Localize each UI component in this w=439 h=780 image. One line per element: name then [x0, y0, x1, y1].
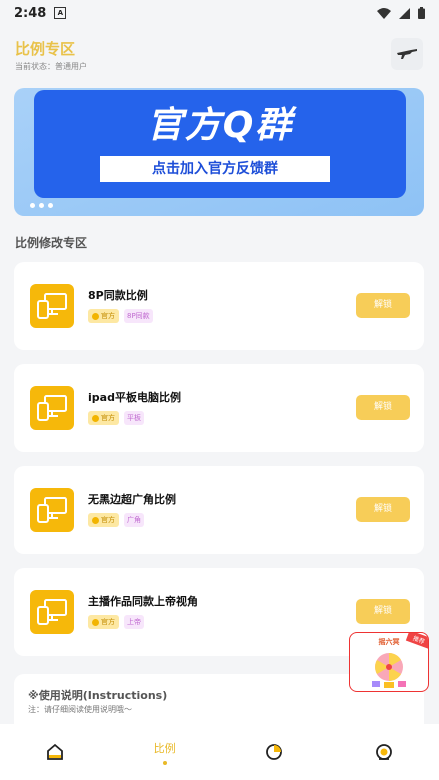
status-left: 2:48 A	[14, 5, 67, 21]
official-tag: 官方	[88, 615, 119, 629]
devices-icon	[30, 590, 74, 634]
ratio-card[interactable]: 8P同款比例 官方 8P同款 解锁	[14, 262, 424, 350]
official-tag-label: 官方	[101, 312, 115, 320]
carousel-indicator	[30, 203, 53, 208]
devices-icon	[30, 488, 74, 532]
card-title: ipad平板电脑比例	[88, 391, 181, 404]
carousel-dot	[30, 203, 35, 208]
official-tag: 官方	[88, 513, 119, 527]
category-tag: 平板	[124, 411, 144, 425]
official-tag-label: 官方	[101, 516, 115, 524]
battery-icon	[418, 7, 425, 19]
card-tags: 官方 8P同款	[88, 309, 153, 323]
unlock-button[interactable]: 解锁	[356, 293, 410, 318]
coin-icon	[92, 618, 99, 626]
banner-carousel[interactable]: 官方Q群 点击加入官方反馈群	[14, 88, 424, 216]
instructions-title: ※使用说明(Instructions)	[28, 689, 168, 702]
ratio-card[interactable]: 无黑边超广角比例 官方 广角 解锁	[14, 466, 424, 554]
header-action-button[interactable]	[391, 38, 423, 70]
gun-icon	[397, 49, 417, 59]
official-tag-label: 官方	[101, 414, 115, 422]
wifi-icon	[377, 7, 391, 19]
section-title: 比例修改专区	[15, 236, 88, 250]
category-tag: 上帝	[124, 615, 144, 629]
tab-profile[interactable]	[329, 724, 439, 780]
status-right	[377, 7, 425, 19]
user-status: 当前状态：普通用户	[15, 62, 87, 71]
floating-ad[interactable]: 摇六冥 推荐	[349, 632, 429, 692]
category-tag: 广角	[124, 513, 144, 527]
coin-icon	[92, 312, 99, 320]
tab-home[interactable]	[0, 724, 110, 780]
devices-icon	[30, 386, 74, 430]
card-tags: 官方 平板	[88, 411, 144, 425]
carousel-dot	[39, 203, 44, 208]
card-tags: 官方 上帝	[88, 615, 144, 629]
instructions-note: 注：请仔细阅读使用说明哦～	[28, 705, 132, 714]
official-tag-label: 官方	[101, 618, 115, 626]
status-time: 2:48	[14, 5, 47, 21]
ratio-card[interactable]: ipad平板电脑比例 官方 平板 解锁	[14, 364, 424, 452]
card-title: 8P同款比例	[88, 289, 148, 302]
page-title: 比例专区	[15, 40, 76, 58]
tab-ratio[interactable]: 比例	[110, 724, 220, 780]
page-header: 比例专区 当前状态：普通用户	[0, 30, 439, 84]
status-bar: 2:48 A	[0, 0, 439, 26]
prize-wheel-icon	[372, 653, 406, 688]
devices-icon	[30, 284, 74, 328]
home-icon	[46, 743, 63, 760]
notification-icon: A	[54, 7, 67, 19]
carousel-dot	[48, 203, 53, 208]
profile-icon	[376, 744, 393, 760]
banner-slide[interactable]: 官方Q群 点击加入官方反馈群	[34, 90, 406, 198]
active-tab-dot	[162, 760, 167, 765]
category-tag: 8P同款	[124, 309, 153, 323]
unlock-button[interactable]: 解锁	[356, 599, 410, 624]
coin-icon	[92, 516, 99, 524]
signal-icon	[399, 7, 410, 19]
banner-headline: 官方Q群	[146, 105, 294, 146]
official-tag: 官方	[88, 309, 119, 323]
bottom-tab-bar: 比例	[0, 724, 439, 780]
join-group-label: 点击加入官方反馈群	[100, 156, 330, 182]
unlock-button[interactable]: 解锁	[356, 395, 410, 420]
pie-chart-icon	[266, 744, 283, 760]
coin-icon	[92, 414, 99, 422]
card-title: 主播作品同款上帝视角	[88, 595, 198, 608]
unlock-button[interactable]: 解锁	[356, 497, 410, 522]
tab-stats[interactable]	[220, 724, 330, 780]
official-tag: 官方	[88, 411, 119, 425]
card-tags: 官方 广角	[88, 513, 144, 527]
tab-ratio-label: 比例	[153, 741, 176, 755]
card-title: 无黑边超广角比例	[88, 493, 176, 506]
